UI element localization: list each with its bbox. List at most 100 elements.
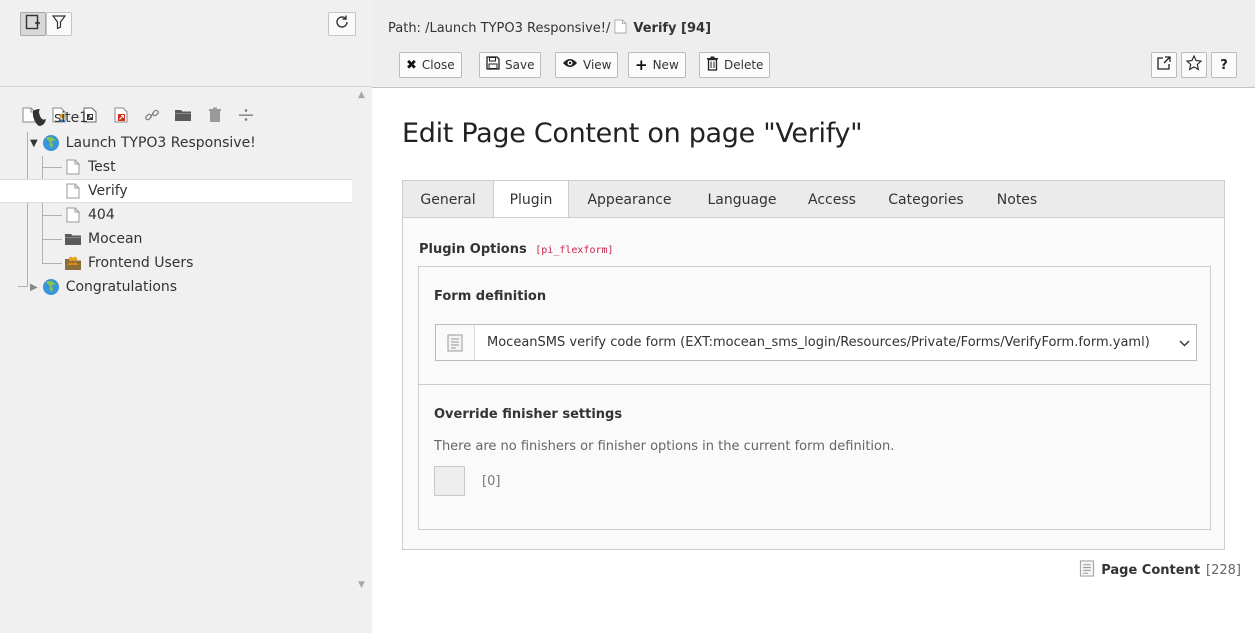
tree-node-verify[interactable]: Verify xyxy=(0,179,352,203)
tab-label: Notes xyxy=(996,191,1038,208)
eye-icon xyxy=(562,57,578,73)
content-panel: Path: /Launch TYPO3 Responsive!/ Verify … xyxy=(372,0,1255,633)
close-icon: ✖ xyxy=(406,57,417,73)
external-window-icon xyxy=(1157,56,1171,74)
tree-line xyxy=(27,132,28,286)
plugin-options-code: [pi_flexform] xyxy=(535,245,614,256)
record-uid: [228] xyxy=(1206,563,1241,578)
scroll-up-arrow-icon[interactable]: ▲ xyxy=(358,90,365,100)
tree-scrollbar[interactable]: ▲ ▼ xyxy=(354,90,372,600)
open-new-window-button[interactable] xyxy=(1151,52,1177,78)
filter-button[interactable] xyxy=(46,12,72,36)
tree-node-congratulations[interactable]: ▶ Congratulations xyxy=(30,275,177,299)
recycler-icon[interactable] xyxy=(206,106,224,124)
page-icon xyxy=(64,206,82,224)
page-new-icon xyxy=(25,14,41,34)
tab-label: Appearance xyxy=(587,191,672,208)
bookmark-button[interactable] xyxy=(1181,52,1207,78)
form-definition-label: Form definition xyxy=(434,289,547,304)
page-icon xyxy=(614,19,627,38)
trash-icon xyxy=(706,56,719,75)
view-button[interactable]: View xyxy=(555,52,619,78)
override-finisher-checkbox[interactable] xyxy=(434,466,465,496)
form-definition-value: MoceanSMS verify code form (EXT:mocean_s… xyxy=(487,335,1150,350)
page-icon xyxy=(64,182,82,200)
tab-general[interactable]: General xyxy=(403,181,493,218)
tree-node-frontend-users[interactable]: Frontend Users xyxy=(64,251,193,275)
star-icon xyxy=(1185,54,1203,75)
save-button[interactable]: Save xyxy=(479,52,542,78)
tree-node-mocean[interactable]: Mocean xyxy=(64,227,142,251)
tree-node-label: Frontend Users xyxy=(88,255,194,271)
new-button[interactable]: + New xyxy=(628,52,686,78)
tree-line xyxy=(42,167,62,168)
record-info: Page Content [228] xyxy=(1079,560,1241,581)
typo3-logo-icon xyxy=(30,109,48,127)
delete-button[interactable]: Delete xyxy=(699,52,771,78)
tree-node-label: site1 xyxy=(54,110,89,126)
plugin-tab-panel: Plugin Options [pi_flexform] Form defini… xyxy=(402,217,1225,550)
refresh-icon xyxy=(334,14,350,34)
tab-notes[interactable]: Notes xyxy=(982,181,1052,218)
tab-label: Categories xyxy=(888,191,964,208)
tab-plugin[interactable]: Plugin xyxy=(493,181,569,219)
page-icon xyxy=(64,158,82,176)
tree-node-site-root[interactable]: site1 xyxy=(30,106,88,130)
tab-categories[interactable]: Categories xyxy=(870,181,982,218)
close-label: Close xyxy=(421,58,455,72)
tree-node-test[interactable]: Test xyxy=(64,155,116,179)
chevron-down-icon xyxy=(1172,336,1196,350)
tab-language[interactable]: Language xyxy=(690,181,794,218)
breadcrumb: Path: /Launch TYPO3 Responsive!/ Verify … xyxy=(388,19,711,38)
path-prefix: Path: /Launch TYPO3 Responsive!/ xyxy=(388,21,611,36)
tree-line xyxy=(42,215,62,216)
tree-node-404[interactable]: 404 xyxy=(64,203,115,227)
save-label: Save xyxy=(505,58,535,72)
tree-node-launch-typo3[interactable]: ▼ Launch TYPO3 Responsive! xyxy=(30,131,256,155)
tab-label: General xyxy=(420,191,476,208)
globe-icon xyxy=(42,278,60,296)
help-label: ? xyxy=(1220,57,1228,73)
filter-icon xyxy=(51,15,67,33)
save-icon xyxy=(486,56,500,74)
plus-icon: + xyxy=(635,56,648,74)
menu-separator-icon[interactable] xyxy=(237,106,255,124)
plugin-options-label: Plugin Options [pi_flexform] xyxy=(419,242,614,257)
tab-label: Language xyxy=(707,191,777,208)
plugin-options-text: Plugin Options xyxy=(419,242,527,257)
users-folder-icon xyxy=(64,254,82,272)
close-button[interactable]: ✖ Close xyxy=(399,52,462,78)
tree-line xyxy=(42,239,62,240)
new-page-button[interactable] xyxy=(20,12,46,36)
override-finisher-label: Override finisher settings xyxy=(434,407,623,422)
tree-node-label: 404 xyxy=(88,207,115,223)
external-link-page-icon[interactable] xyxy=(112,106,130,124)
override-finisher-section: Override finisher settings There are no … xyxy=(418,384,1211,530)
tree-node-label: Verify xyxy=(88,183,128,199)
toolbar-divider xyxy=(0,86,372,87)
tab-label: Plugin xyxy=(509,192,553,208)
tab-bar: General Plugin Appearance Language Acces… xyxy=(402,180,1225,219)
refresh-tree-button[interactable] xyxy=(328,12,356,36)
expand-toggle-icon[interactable]: ▼ xyxy=(30,138,38,149)
tab-appearance[interactable]: Appearance xyxy=(569,181,690,218)
new-label: New xyxy=(652,58,679,72)
form-definition-select[interactable]: MoceanSMS verify code form (EXT:mocean_s… xyxy=(435,324,1197,361)
record-type: Page Content xyxy=(1101,563,1201,578)
content-element-icon xyxy=(1079,560,1095,581)
tree-node-label: Mocean xyxy=(88,231,143,247)
tree-node-label: Launch TYPO3 Responsive! xyxy=(65,135,256,151)
link-icon[interactable] xyxy=(143,106,161,124)
tab-access[interactable]: Access xyxy=(794,181,870,218)
record-title: Verify [94] xyxy=(633,21,712,36)
document-header: Path: /Launch TYPO3 Responsive!/ Verify … xyxy=(372,0,1255,88)
expand-toggle-icon[interactable]: ▶ xyxy=(30,282,38,293)
help-button[interactable]: ? xyxy=(1211,52,1237,78)
form-definition-section: Form definition MoceanSMS verify code fo… xyxy=(418,266,1211,385)
page-title: Edit Page Content on page "Verify" xyxy=(402,118,863,149)
scroll-down-arrow-icon[interactable]: ▼ xyxy=(358,580,365,590)
new-item-drag-toolbar xyxy=(0,50,372,123)
tree-line xyxy=(18,286,28,287)
override-finisher-value: [0] xyxy=(482,474,501,489)
folder-icon[interactable] xyxy=(174,106,192,124)
